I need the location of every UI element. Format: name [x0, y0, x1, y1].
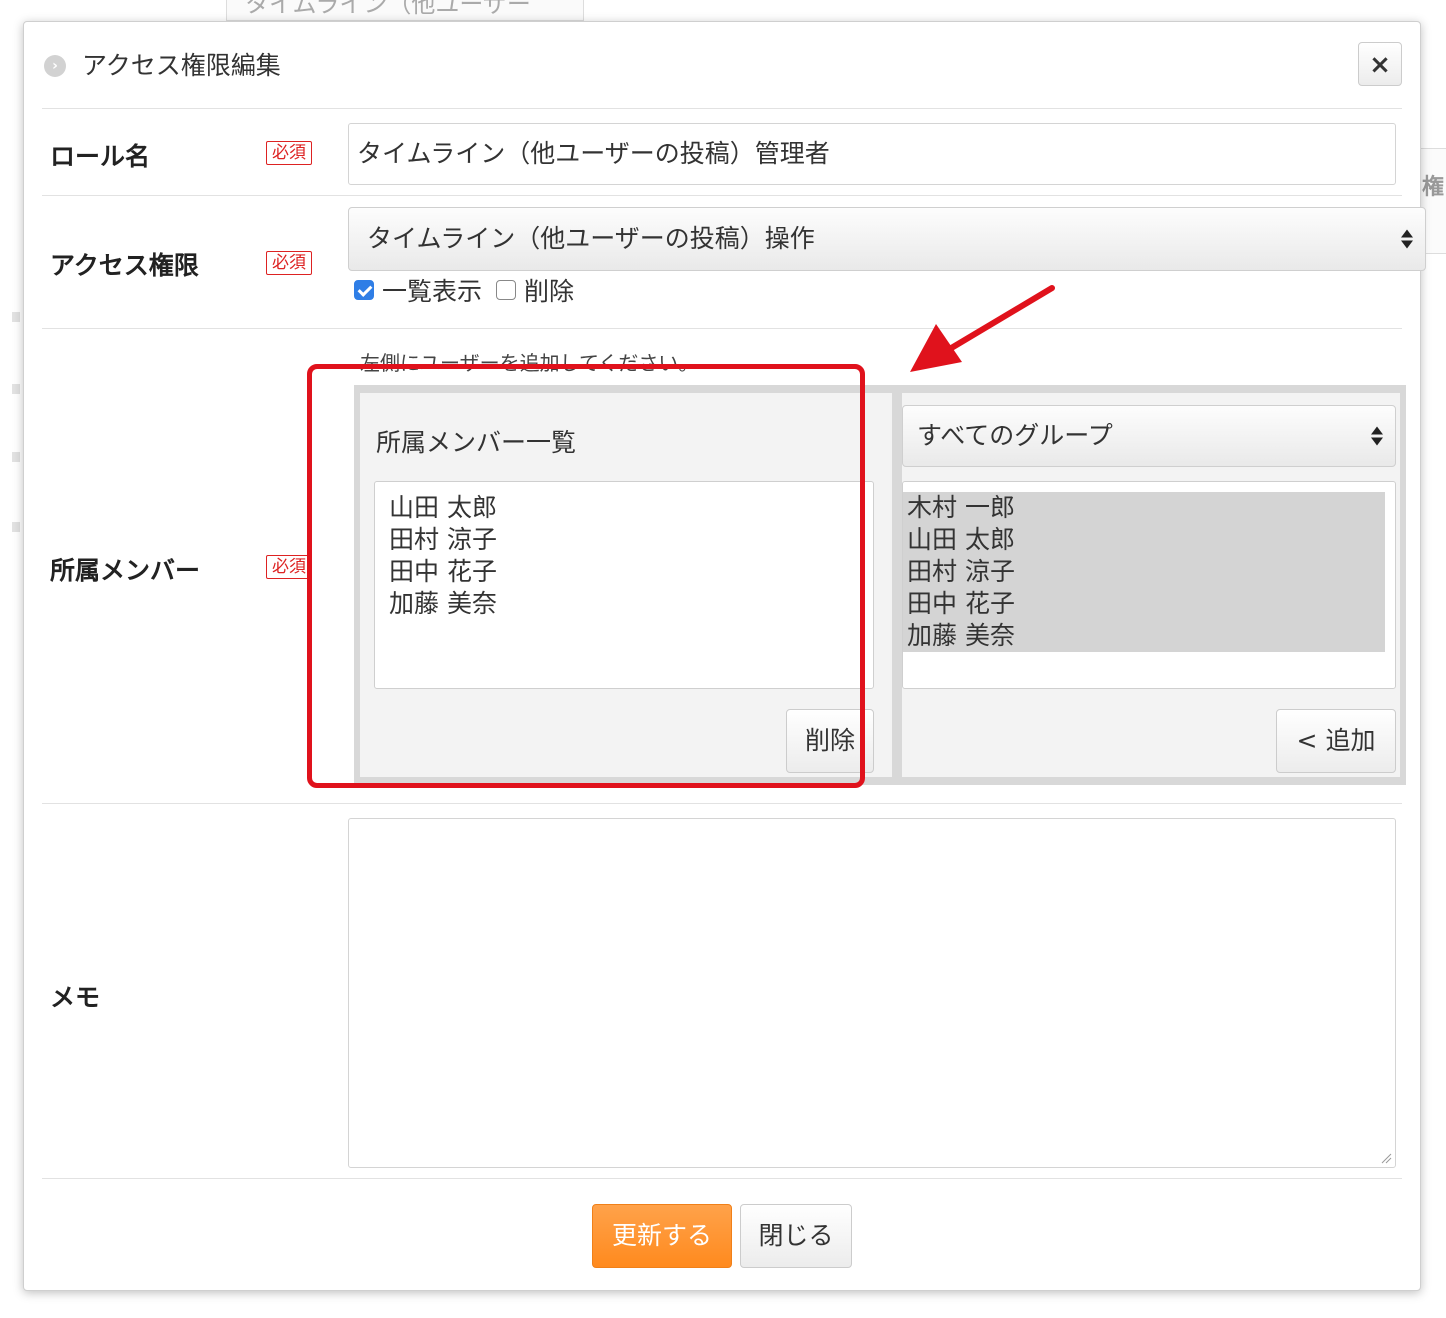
member-list-title: 所属メンバー一覧 [376, 428, 577, 457]
list-item[interactable]: 田中 花子 [375, 556, 873, 588]
close-icon: × [1369, 50, 1391, 80]
checkbox-delete[interactable] [496, 280, 517, 300]
memo-row: メモ [42, 804, 1402, 1179]
background-mark [12, 452, 20, 462]
required-badge: 必須 [266, 141, 312, 165]
background-field-text: 権 [1422, 175, 1445, 200]
access-select[interactable]: タイムライン（他ユーザーの投稿）操作 [348, 207, 1426, 271]
member-picker: 所属メンバー一覧 山田 太郎 田村 涼子 田中 花子 加藤 美奈 削除 すべての… [354, 385, 1406, 785]
list-item[interactable]: 田中 花子 [903, 588, 1385, 620]
list-item[interactable]: 加藤 美奈 [903, 620, 1385, 652]
dialog-title: アクセス権限編集 [82, 51, 281, 80]
role-name-input[interactable]: タイムライン（他ユーザーの投稿）管理者 [348, 123, 1396, 185]
dialog-header: › アクセス権限編集 × [42, 22, 1402, 109]
memo-textarea[interactable] [348, 818, 1396, 1168]
role-name-row: ロール名 必須 タイムライン（他ユーザーの投稿）管理者 [42, 109, 1402, 196]
group-select[interactable]: すべてのグループ [902, 405, 1396, 467]
background-mark [12, 522, 20, 532]
list-item[interactable]: 山田 太郎 [903, 524, 1385, 556]
list-item[interactable]: 山田 太郎 [375, 492, 873, 524]
select-arrows-icon [1401, 229, 1413, 249]
member-list[interactable]: 山田 太郎 田村 涼子 田中 花子 加藤 美奈 [374, 481, 874, 689]
memo-label: メモ [50, 983, 101, 1012]
checkbox-list-view-label: 一覧表示 [382, 277, 483, 306]
member-list-pane: 所属メンバー一覧 山田 太郎 田村 涼子 田中 花子 加藤 美奈 削除 [360, 393, 892, 777]
remove-member-button[interactable]: 削除 [786, 709, 874, 773]
required-badge: 必須 [266, 251, 312, 275]
members-hint: 左側にユーザーを追加してください。 [360, 351, 699, 375]
list-item[interactable]: 木村 一郎 [903, 492, 1385, 524]
role-name-label: ロール名 [50, 142, 151, 171]
access-options: 一覧表示 削除 [354, 272, 574, 308]
members-row: 所属メンバー 必須 左側にユーザーを追加してください。 所属メンバー一覧 山田 … [42, 329, 1406, 804]
list-item[interactable]: 田村 涼子 [903, 556, 1385, 588]
close-button[interactable]: × [1358, 42, 1402, 86]
members-label: 所属メンバー [50, 556, 201, 585]
user-list[interactable]: 木村 一郎 山田 太郎 田村 涼子 田中 花子 加藤 美奈 [902, 481, 1396, 689]
background-mark [12, 384, 20, 394]
resize-grip-icon[interactable] [1380, 1152, 1392, 1164]
select-arrows-icon [1371, 426, 1383, 446]
background-select-text: タイムライン（他ユーザー [245, 0, 531, 18]
required-badge: 必須 [266, 555, 312, 579]
chevron-circle-icon: › [44, 55, 66, 77]
add-member-button[interactable]: < 追加 [1276, 709, 1396, 773]
access-row: アクセス権限 必須 タイムライン（他ユーザーの投稿）操作 一覧表示 削除 [42, 196, 1426, 329]
close-dialog-button[interactable]: 閉じる [740, 1204, 852, 1268]
background-mark [12, 312, 20, 322]
access-select-value: タイムライン（他ユーザーの投稿）操作 [367, 224, 815, 253]
access-edit-dialog: › アクセス権限編集 × ロール名 必須 タイムライン（他ユーザーの投稿）管理者… [23, 21, 1426, 1291]
access-label: アクセス権限 [50, 251, 199, 280]
user-list-pane: すべてのグループ 木村 一郎 山田 太郎 田村 涼子 田中 花子 加藤 美奈 <… [902, 393, 1400, 777]
background-select: タイムライン（他ユーザー [226, 0, 584, 21]
list-item[interactable]: 田村 涼子 [375, 524, 873, 556]
group-select-value: すべてのグループ [917, 421, 1113, 450]
checkbox-list-view[interactable] [354, 280, 374, 300]
list-item[interactable]: 加藤 美奈 [375, 588, 873, 620]
update-button[interactable]: 更新する [592, 1204, 732, 1268]
checkbox-delete-label: 削除 [524, 277, 575, 306]
